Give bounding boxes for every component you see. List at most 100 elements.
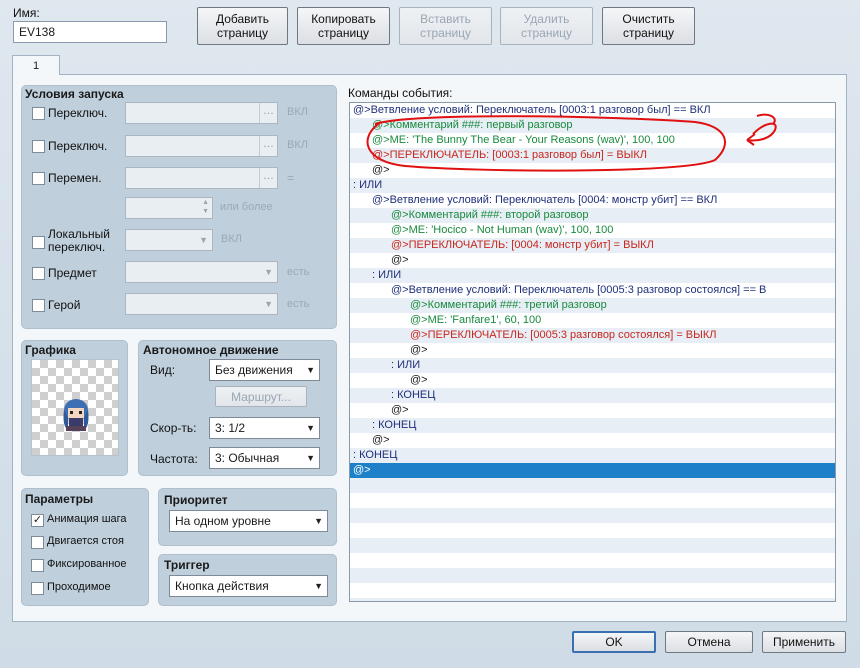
command-text: @>ME: 'Fanfare1', 60, 100 [410,314,542,326]
command-text: @>Комментарий ###: третий разговор [410,299,607,311]
cancel-button[interactable]: Отмена [665,631,753,653]
variable-checkbox[interactable] [32,172,45,185]
command-row[interactable]: @>ПЕРЕКЛЮЧАТЕЛЬ: [0005:3 разговор состоя… [350,328,835,343]
spinner-arrows-icon: ▲ ▼ [202,199,209,215]
move-type-select[interactable]: Без движения ▼ [209,359,320,381]
conditions-title: Условия запуска [25,87,124,101]
annotation-circle-icon [366,113,777,172]
chevron-down-icon: ▼ [314,516,323,526]
switch2-label: Переключ. [48,139,108,153]
variable-field[interactable]: … [125,167,278,189]
priority-select[interactable]: На одном уровне ▼ [169,510,328,532]
tab-page-1[interactable]: 1 [12,55,60,75]
command-row[interactable]: @>Ветвление условий: Переключатель [0004… [350,193,835,208]
self-switch-checkbox[interactable] [32,236,45,249]
switch2-on-text: ВКЛ [287,139,308,151]
walking-anim-checkbox[interactable]: ✓ [31,514,44,527]
commands-title: Команды события: [348,86,453,100]
paste-page-button[interactable]: Вставить страницу [399,7,492,45]
command-text: @>Комментарий ###: второй разговор [391,209,589,221]
self-switch-select[interactable]: ▼ [125,229,213,251]
options-title: Параметры [25,492,94,506]
stepping-anim-checkbox[interactable] [31,536,44,549]
actor-select[interactable]: ▼ [125,293,278,315]
item-checkbox[interactable] [32,267,45,280]
command-row[interactable]: @>ME: 'Fanfare1', 60, 100 [350,313,835,328]
command-row[interactable]: : КОНЕЦ [350,418,835,433]
command-row-empty[interactable] [350,508,835,523]
chevron-down-icon: ▼ [264,299,273,309]
switch1-checkbox[interactable] [32,107,45,120]
switch1-on-text: ВКЛ [287,106,308,118]
ok-button[interactable]: OK [572,631,656,653]
chevron-down-icon: ▼ [306,453,315,463]
command-row[interactable]: @> [350,433,835,448]
browse-icon: … [259,136,277,156]
command-text: @>Ветвление условий: Переключатель [0004… [372,194,718,206]
command-row-empty[interactable] [350,538,835,553]
move-type-label: Вид: [150,363,176,377]
through-checkbox[interactable] [31,582,44,595]
command-row[interactable]: : ИЛИ [350,268,835,283]
command-text: @> [410,374,428,386]
trigger-select[interactable]: Кнопка действия ▼ [169,575,328,597]
variable-equals-text: = [287,171,295,185]
actor-has-text: есть [287,298,310,310]
move-speed-select[interactable]: 3: 1/2 ▼ [209,417,320,439]
add-page-button[interactable]: Добавить страницу [197,7,288,45]
variable-value-spinner[interactable]: ▲ ▼ [125,197,213,219]
command-row[interactable]: @>Комментарий ###: третий разговор [350,298,835,313]
switch1-field[interactable]: … [125,102,278,124]
command-text: @> [353,464,371,476]
command-row-empty[interactable] [350,523,835,538]
command-text: @> [391,404,409,416]
command-row-empty[interactable] [350,478,835,493]
command-row[interactable]: : ИЛИ [350,358,835,373]
command-row[interactable]: @> [350,403,835,418]
priority-title: Приоритет [164,493,228,507]
command-row[interactable]: @>ПЕРЕКЛЮЧАТЕЛЬ: [0004: монстр убит] = В… [350,238,835,253]
command-row[interactable]: @> [350,343,835,358]
command-row[interactable]: @>ME: 'Hocico - Not Human (wav)', 100, 1… [350,223,835,238]
command-row[interactable]: @> [350,253,835,268]
command-row[interactable]: : КОНЕЦ [350,448,835,463]
command-row[interactable]: @> [350,373,835,388]
move-speed-label: Скор-ть: [150,421,197,435]
move-freq-value: 3: Обычная [215,451,280,465]
move-freq-select[interactable]: 3: Обычная ▼ [209,447,320,469]
command-row[interactable]: @> [350,463,835,478]
command-row[interactable]: @>Комментарий ###: второй разговор [350,208,835,223]
command-row-empty[interactable] [350,598,835,601]
direction-fix-checkbox[interactable] [31,559,44,572]
actor-checkbox[interactable] [32,299,45,312]
apply-button[interactable]: Применить [762,631,846,653]
command-row[interactable]: @>Ветвление условий: Переключатель [0005… [350,283,835,298]
command-text: : КОНЕЦ [353,449,398,461]
direction-fix-label: Фиксированное [47,558,127,570]
command-row-empty[interactable] [350,568,835,583]
clear-page-button[interactable]: Очистить страницу [602,7,695,45]
graphic-preview[interactable] [31,359,119,456]
command-row[interactable]: : КОНЕЦ [350,388,835,403]
command-row-empty[interactable] [350,493,835,508]
command-row[interactable]: : ИЛИ [350,178,835,193]
switch2-checkbox[interactable] [32,140,45,153]
character-sprite-icon [63,399,89,431]
graphic-title: Графика [25,343,76,357]
command-text: : ИЛИ [391,359,421,371]
switch2-field[interactable]: … [125,135,278,157]
move-type-value: Без движения [215,363,293,377]
delete-page-button[interactable]: Удалить страницу [500,7,593,45]
name-label: Имя: [13,6,40,20]
move-route-button[interactable]: Маршрут... [215,386,307,407]
self-switch-label: Локальный переключ. [48,227,110,254]
item-select[interactable]: ▼ [125,261,278,283]
copy-page-button[interactable]: Копировать страницу [297,7,390,45]
chevron-down-icon: ▼ [306,423,315,433]
command-text: : ИЛИ [353,179,383,191]
variable-label: Перемен. [48,171,102,185]
command-row-empty[interactable] [350,553,835,568]
event-name-input[interactable]: EV138 [13,21,167,43]
self-switch-on-text: ВКЛ [221,233,242,245]
command-row-empty[interactable] [350,583,835,598]
